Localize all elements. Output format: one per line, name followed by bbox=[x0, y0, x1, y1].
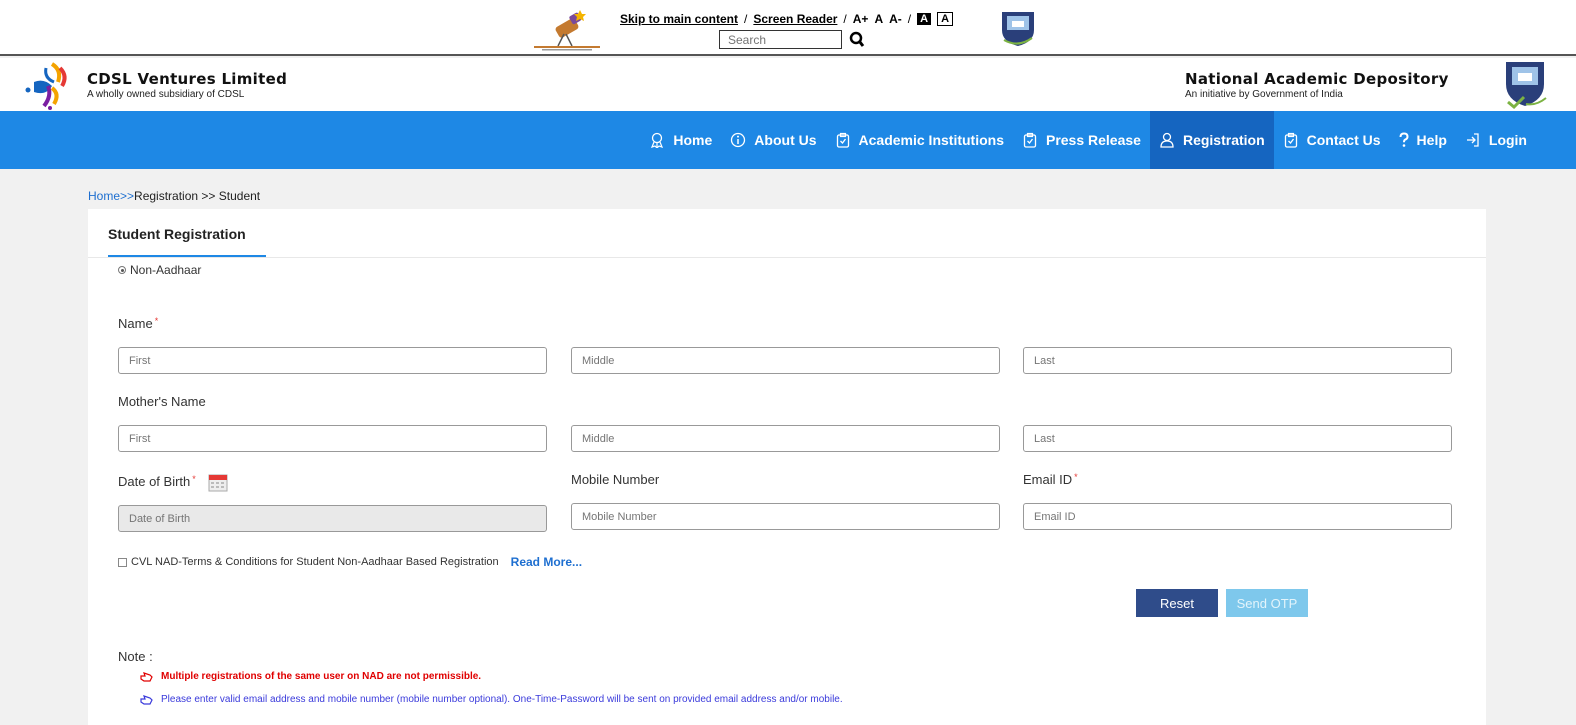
breadcrumb-separator: >> bbox=[120, 189, 135, 203]
nav-label: Press Release bbox=[1045, 132, 1141, 148]
font-decrease-button[interactable]: A- bbox=[889, 12, 902, 26]
nad-subtitle: An initiative by Government of India bbox=[1185, 89, 1343, 100]
note-text: Multiple registrations of the same user … bbox=[161, 671, 482, 682]
name-first-input[interactable] bbox=[118, 347, 547, 374]
breadcrumb-separator: >> bbox=[201, 189, 216, 203]
university-emblem-icon bbox=[1002, 12, 1034, 46]
nad-title: National Academic Depository bbox=[1185, 70, 1449, 88]
cdsl-brand: CDSL Ventures Limited A wholly owned sub… bbox=[87, 70, 287, 100]
clipboard-icon bbox=[1284, 132, 1297, 148]
nav-item-about-us[interactable]: About Us bbox=[721, 111, 825, 169]
clipboard-icon bbox=[1023, 132, 1037, 148]
tab-student-registration[interactable]: Student Registration bbox=[108, 226, 246, 242]
nav-item-login[interactable]: Login bbox=[1456, 111, 1536, 169]
mobile-label: Mobile Number bbox=[571, 472, 660, 487]
required-mark: * bbox=[192, 474, 196, 484]
user-icon bbox=[1160, 132, 1174, 148]
required-mark: * bbox=[1074, 472, 1078, 482]
active-tab-indicator bbox=[108, 255, 266, 257]
site-header: CDSL Ventures Limited A wholly owned sub… bbox=[0, 58, 1576, 111]
accessibility-links: Skip to main content / Screen Reader / A… bbox=[620, 12, 954, 26]
breadcrumb-registration: Registration bbox=[134, 189, 199, 203]
mother-first-input[interactable] bbox=[118, 425, 547, 452]
note-text: Please enter valid email address and mob… bbox=[161, 694, 843, 705]
nav-label: Contact Us bbox=[1306, 132, 1381, 148]
nad-telescope-logo bbox=[534, 10, 600, 51]
required-mark: * bbox=[154, 316, 159, 326]
search-icon[interactable] bbox=[849, 31, 865, 49]
email-label: Email ID * bbox=[1023, 472, 1078, 487]
separator: / bbox=[907, 12, 912, 26]
email-input[interactable] bbox=[1023, 503, 1452, 530]
name-label: Name * bbox=[118, 316, 158, 331]
terms-text: CVL NAD-Terms & Conditions for Student N… bbox=[131, 556, 499, 568]
calendar-icon[interactable] bbox=[208, 472, 228, 492]
name-middle-input[interactable] bbox=[571, 347, 1000, 374]
nav-label: About Us bbox=[754, 132, 817, 148]
dob-label-text: Date of Birth bbox=[118, 474, 191, 489]
nav-item-home[interactable]: Home bbox=[640, 111, 721, 169]
nav-item-press-release[interactable]: Press Release bbox=[1013, 111, 1150, 169]
email-label-text: Email ID bbox=[1023, 472, 1073, 487]
nav-label: Registration bbox=[1182, 132, 1265, 148]
nad-brand: National Academic Depository An initiati… bbox=[1185, 70, 1449, 100]
login-icon bbox=[1466, 133, 1479, 147]
non-aadhaar-radio[interactable] bbox=[118, 266, 126, 274]
search-input[interactable] bbox=[719, 30, 842, 49]
award-icon bbox=[651, 132, 664, 148]
card-tab-bar: Student Registration bbox=[88, 209, 1486, 258]
pointing-hand-icon bbox=[140, 694, 153, 705]
font-increase-button[interactable]: A+ bbox=[853, 12, 869, 26]
send-otp-button[interactable]: Send OTP bbox=[1226, 589, 1308, 617]
mother-middle-input[interactable] bbox=[571, 425, 1000, 452]
pointing-hand-icon bbox=[140, 671, 153, 682]
terms-checkbox[interactable] bbox=[118, 557, 127, 567]
accessibility-bar: Skip to main content / Screen Reader / A… bbox=[0, 0, 1576, 56]
note-title: Note : bbox=[118, 649, 153, 664]
cdsl-subtitle: A wholly owned subsidiary of CDSL bbox=[87, 89, 245, 100]
name-label-text: Name bbox=[118, 316, 153, 331]
screen-reader-link[interactable]: Screen Reader bbox=[753, 12, 837, 26]
nav-item-registration[interactable]: Registration bbox=[1149, 111, 1274, 169]
font-normal-button[interactable]: A bbox=[874, 12, 883, 26]
nav-label: Home bbox=[673, 132, 713, 148]
mother-last-input[interactable] bbox=[1023, 425, 1452, 452]
nav-item-help[interactable]: Help bbox=[1390, 111, 1456, 169]
mobile-input[interactable] bbox=[571, 503, 1000, 530]
main-navigation: Home About Us Academic Institutions Pres… bbox=[0, 111, 1576, 169]
separator: / bbox=[744, 12, 748, 26]
radio-label: Non-Aadhaar bbox=[130, 263, 202, 277]
terms-row: CVL NAD-Terms & Conditions for Student N… bbox=[118, 555, 582, 569]
question-icon bbox=[1399, 132, 1409, 147]
dob-label: Date of Birth * bbox=[118, 474, 196, 489]
registration-card: Student Registration Non-Aadhaar Name* M… bbox=[88, 209, 1486, 725]
skip-to-main-link[interactable]: Skip to main content bbox=[620, 12, 738, 26]
separator: / bbox=[843, 12, 847, 26]
name-last-input[interactable] bbox=[1023, 347, 1452, 374]
breadcrumb-home[interactable]: Home bbox=[88, 189, 120, 203]
government-emblem-icon bbox=[1506, 62, 1547, 110]
breadcrumb-current: Student bbox=[218, 189, 261, 203]
non-aadhaar-option: Non-Aadhaar bbox=[118, 263, 201, 277]
clipboard-icon bbox=[836, 132, 849, 148]
nav-label: Academic Institutions bbox=[858, 132, 1004, 148]
nav-label: Login bbox=[1488, 132, 1527, 148]
nav-item-contact-us[interactable]: Contact Us bbox=[1274, 111, 1390, 169]
cdsl-logo[interactable] bbox=[22, 60, 78, 110]
note-item: Please enter valid email address and mob… bbox=[140, 694, 843, 705]
note-item: Multiple registrations of the same user … bbox=[140, 671, 481, 682]
info-icon bbox=[731, 132, 746, 148]
nav-label: Help bbox=[1416, 132, 1447, 148]
mother-name-label: Mother's Name bbox=[118, 394, 206, 409]
reset-button[interactable]: Reset bbox=[1136, 589, 1218, 617]
high-contrast-button[interactable]: A bbox=[917, 13, 932, 25]
normal-contrast-button[interactable]: A bbox=[937, 12, 954, 26]
dob-input[interactable] bbox=[118, 505, 547, 532]
nav-item-academic-institutions[interactable]: Academic Institutions bbox=[826, 111, 1013, 169]
read-more-link[interactable]: Read More... bbox=[511, 555, 582, 569]
cdsl-title: CDSL Ventures Limited bbox=[87, 70, 288, 88]
breadcrumb: Home>>Registration >> Student bbox=[88, 189, 260, 203]
